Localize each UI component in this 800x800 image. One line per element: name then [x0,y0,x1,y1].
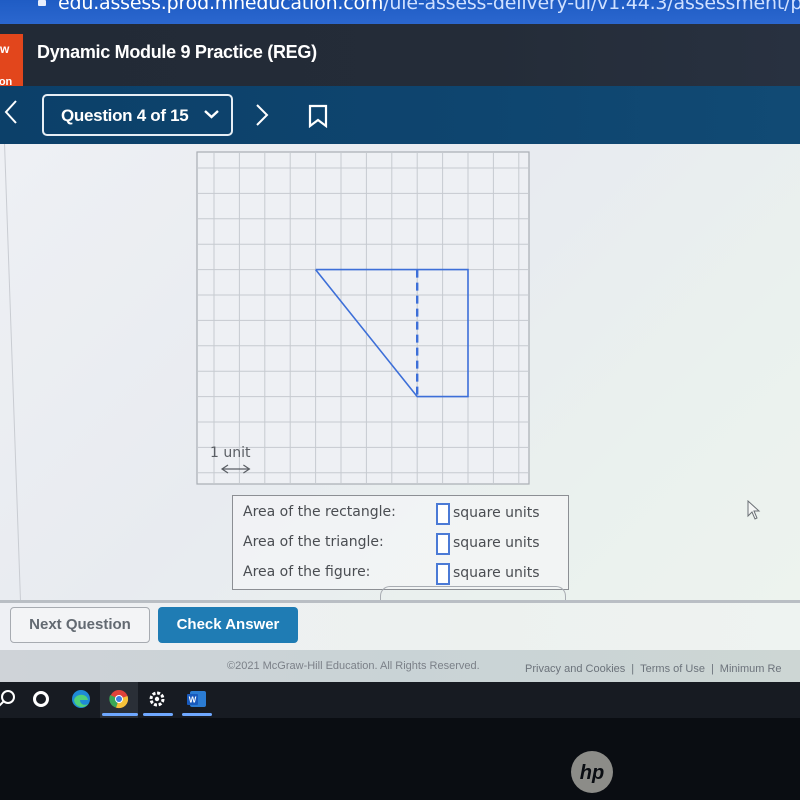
settings-running-indicator [143,713,173,716]
laptop-bezel [0,718,800,800]
bookmark-icon [308,104,328,128]
answer-label: Area of the triangle: [243,534,384,550]
word-running-indicator [182,713,212,716]
cortana-icon[interactable] [30,688,52,710]
answer-unit: square units [453,505,540,521]
bookmark-button[interactable] [308,104,328,128]
answer-unit: square units [453,565,540,581]
url-text[interactable]: edu.assess.prod.mheducation.com/ule-asse… [58,0,800,14]
unit-label: 1 unit [210,445,251,461]
page-footer: ©2021 McGraw-Hill Education. All Rights … [0,650,800,682]
chrome-icon[interactable] [108,688,130,710]
chrome-running-indicator [102,713,138,716]
word-icon[interactable]: W [186,688,208,710]
figure-area-input[interactable] [436,563,450,585]
edge-icon[interactable] [70,688,92,710]
grid-frame [196,151,530,485]
chevron-right-icon [256,104,269,126]
answer-unit: square units [453,535,540,551]
link-separator: | [710,663,714,675]
svg-text:W: W [189,696,197,705]
privacy-link[interactable]: Privacy and Cookies [525,663,625,675]
answer-row-triangle: Area of the triangle: square units [233,528,568,556]
previous-question-button[interactable] [3,98,19,133]
browser-url-bar[interactable]: edu.assess.prod.mheducation.com/ule-asse… [0,0,800,24]
triangle-area-input[interactable] [436,533,450,555]
panel-divider [4,144,21,600]
answer-table: Area of the rectangle: square units Area… [232,495,569,590]
search-icon[interactable] [0,688,18,710]
hp-logo-text: hp [580,762,604,784]
answer-label: Area of the rectangle: [243,504,396,520]
url-host: edu.assess.prod.mheducation.com [58,0,384,14]
windows-taskbar: W [0,682,800,718]
hp-logo: hp [571,751,613,793]
graph-grid: 1 unit [196,151,530,485]
minimum-requirements-link[interactable]: Minimum Re [720,663,782,675]
link-separator: | [631,663,635,675]
footer-links: Privacy and Cookies | Terms of Use | Minimum… [525,663,782,675]
settings-icon[interactable] [146,688,168,710]
copyright-text: ©2021 McGraw-Hill Education. All Rights … [227,660,480,672]
question-selector[interactable]: Question 4 of 15 [42,94,233,136]
chevron-left-icon [4,100,17,124]
mouse-pointer-icon [747,500,761,520]
app-header: w ation Dynamic Module 9 Practice (REG) [0,24,800,106]
question-selector-label: Question 4 of 15 [61,106,189,125]
question-nav-bar: Question 4 of 15 [0,86,800,144]
next-question-arrow[interactable] [254,102,270,128]
answer-row-figure: Area of the figure: square units [233,558,568,586]
check-answer-button[interactable]: Check Answer [158,607,298,643]
answer-tab-edge [380,586,566,600]
brand-text-top: w [0,42,10,56]
terms-link[interactable]: Terms of Use [640,663,705,675]
lock-icon [38,0,46,6]
rectangle-area-input[interactable] [436,503,450,525]
action-bar: Next Question Check Answer [0,600,800,650]
chevron-down-icon [204,110,219,119]
answer-label: Area of the figure: [243,564,371,580]
url-path: /ule-assess-delivery-ui/v1.44.3/assessme… [383,0,800,14]
next-question-button[interactable]: Next Question [10,607,150,643]
assignment-title: Dynamic Module 9 Practice (REG) [37,42,317,62]
answer-row-rectangle: Area of the rectangle: square units [233,498,568,526]
